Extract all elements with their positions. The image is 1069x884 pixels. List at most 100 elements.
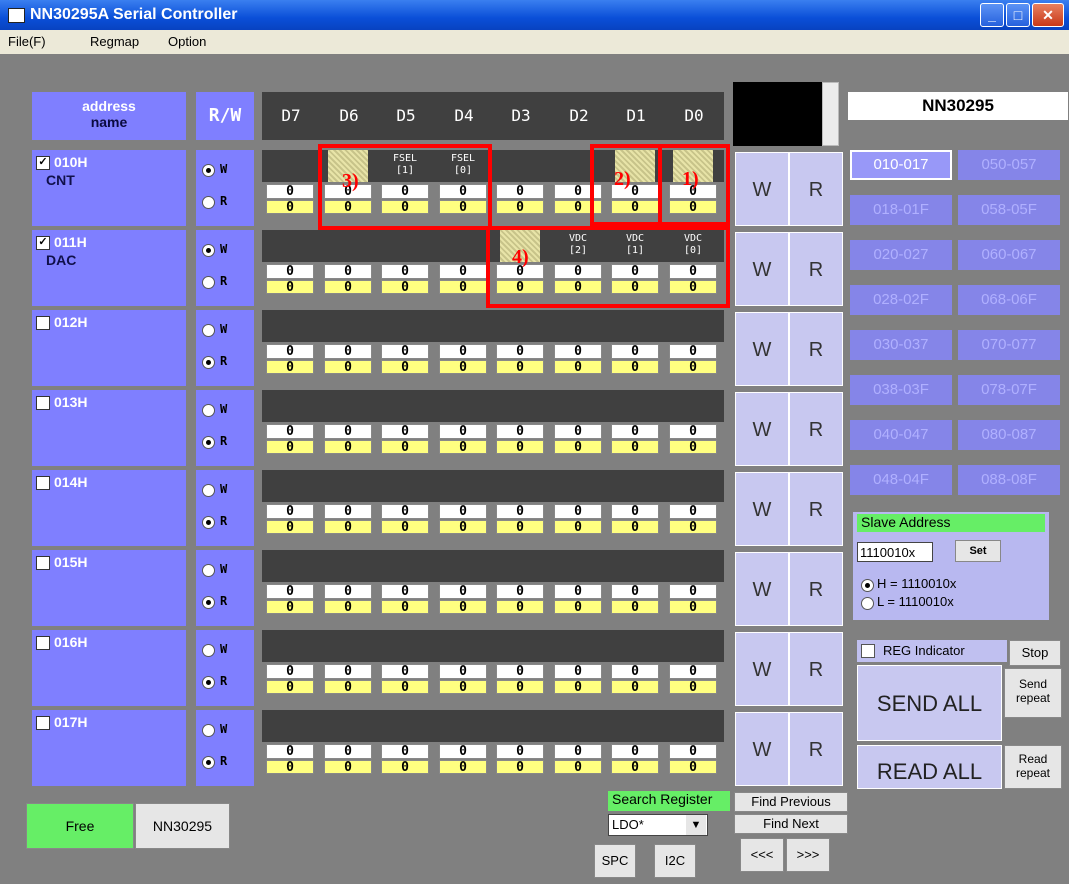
range-button[interactable]: 060-067 [958,240,1060,270]
register-checkbox[interactable] [36,396,50,410]
bit-write-value[interactable]: 0 [266,424,314,439]
write-mode-radio[interactable] [202,724,215,737]
bit-write-value[interactable]: 0 [554,344,602,359]
bit-write-value[interactable]: 0 [554,424,602,439]
register-checkbox[interactable] [36,476,50,490]
bit-write-value[interactable]: 0 [611,424,659,439]
send-all-button[interactable]: SEND ALL [857,665,1002,741]
write-mode-radio[interactable] [202,404,215,417]
nav-next-button[interactable]: >>> [786,838,830,872]
chip-select-button[interactable]: NN30295 [135,803,230,849]
bit-write-value[interactable]: 0 [266,504,314,519]
read-mode-radio[interactable] [202,676,215,689]
bit-write-value[interactable]: 0 [439,424,487,439]
maximize-button[interactable]: □ [1006,3,1030,27]
bit-write-value[interactable]: 0 [669,344,717,359]
read-mode-radio[interactable] [202,436,215,449]
row-read-button[interactable]: R [789,472,843,546]
spc-button[interactable]: SPC [594,844,636,878]
bit-write-value[interactable]: 0 [381,424,429,439]
row-read-button[interactable]: R [789,232,843,306]
row-read-button[interactable]: R [789,712,843,786]
row-write-button[interactable]: W [735,712,789,786]
slave-address-input[interactable]: 1110010x [857,542,933,562]
bit-write-value[interactable]: 0 [381,664,429,679]
register-checkbox[interactable] [36,716,50,730]
bit-write-value[interactable]: 0 [324,744,372,759]
range-button[interactable]: 010-017 [850,150,952,180]
bit-write-value[interactable]: 0 [381,344,429,359]
scrollbar[interactable] [822,82,839,146]
bit-write-value[interactable]: 0 [324,344,372,359]
send-repeat-button[interactable]: Send repeat [1004,668,1062,718]
find-previous-button[interactable]: Find Previous [734,792,848,812]
register-checkbox[interactable] [36,636,50,650]
nav-prev-button[interactable]: <<< [740,838,784,872]
stop-button[interactable]: Stop [1009,640,1061,666]
bit-write-value[interactable]: 0 [669,504,717,519]
i2c-button[interactable]: I2C [654,844,696,878]
row-write-button[interactable]: W [735,472,789,546]
bit-write-value[interactable]: 0 [324,504,372,519]
minimize-button[interactable]: _ [980,3,1004,27]
bit-write-value[interactable]: 0 [439,504,487,519]
reg-indicator-checkbox[interactable] [861,644,875,658]
slave-l-radio[interactable] [861,597,874,610]
bit-write-value[interactable]: 0 [266,584,314,599]
bit-write-value[interactable]: 0 [669,664,717,679]
bit-write-value[interactable]: 0 [496,504,544,519]
row-write-button[interactable]: W [735,232,789,306]
read-repeat-button[interactable]: Read repeat [1004,745,1062,789]
range-button[interactable]: 040-047 [850,420,952,450]
bit-write-value[interactable]: 0 [381,504,429,519]
row-write-button[interactable]: W [735,552,789,626]
write-mode-radio[interactable] [202,244,215,257]
bit-write-value[interactable]: 0 [611,504,659,519]
register-checkbox[interactable]: ✓ [36,236,50,250]
bit-write-value[interactable]: 0 [266,344,314,359]
menu-file[interactable]: File(F) [8,34,46,49]
row-write-button[interactable]: W [735,392,789,466]
bit-write-value[interactable]: 0 [669,584,717,599]
range-button[interactable]: 048-04F [850,465,952,495]
write-mode-radio[interactable] [202,564,215,577]
bit-write-value[interactable]: 0 [554,584,602,599]
bit-write-value[interactable]: 0 [439,664,487,679]
bit-write-value[interactable]: 0 [496,424,544,439]
bit-write-value[interactable]: 0 [496,184,544,199]
range-button[interactable]: 070-077 [958,330,1060,360]
bit-write-value[interactable]: 0 [554,744,602,759]
range-button[interactable]: 078-07F [958,375,1060,405]
bit-write-value[interactable]: 0 [381,584,429,599]
chevron-down-icon[interactable]: ▼ [686,815,706,835]
register-checkbox[interactable]: ✓ [36,156,50,170]
bit-write-value[interactable]: 0 [496,344,544,359]
bit-write-value[interactable]: 0 [324,584,372,599]
bit-write-value[interactable]: 0 [611,744,659,759]
range-button[interactable]: 018-01F [850,195,952,225]
menu-option[interactable]: Option [168,34,206,49]
read-mode-radio[interactable] [202,196,215,209]
slave-h-radio[interactable] [861,579,874,592]
read-mode-radio[interactable] [202,356,215,369]
write-mode-radio[interactable] [202,484,215,497]
bit-write-value[interactable]: 0 [611,664,659,679]
row-read-button[interactable]: R [789,152,843,226]
range-button[interactable]: 028-02F [850,285,952,315]
row-read-button[interactable]: R [789,312,843,386]
set-button[interactable]: Set [955,540,1001,562]
register-checkbox[interactable] [36,316,50,330]
bit-write-value[interactable]: 0 [381,264,429,279]
bit-write-value[interactable]: 0 [669,744,717,759]
menu-regmap[interactable]: Regmap [90,34,139,49]
bit-write-value[interactable]: 0 [266,264,314,279]
row-write-button[interactable]: W [735,152,789,226]
bit-write-value[interactable]: 0 [554,504,602,519]
read-mode-radio[interactable] [202,756,215,769]
bit-write-value[interactable]: 0 [611,344,659,359]
range-button[interactable]: 080-087 [958,420,1060,450]
bit-write-value[interactable]: 0 [324,664,372,679]
bit-write-value[interactable]: 0 [554,664,602,679]
bit-write-value[interactable]: 0 [266,664,314,679]
row-write-button[interactable]: W [735,632,789,706]
